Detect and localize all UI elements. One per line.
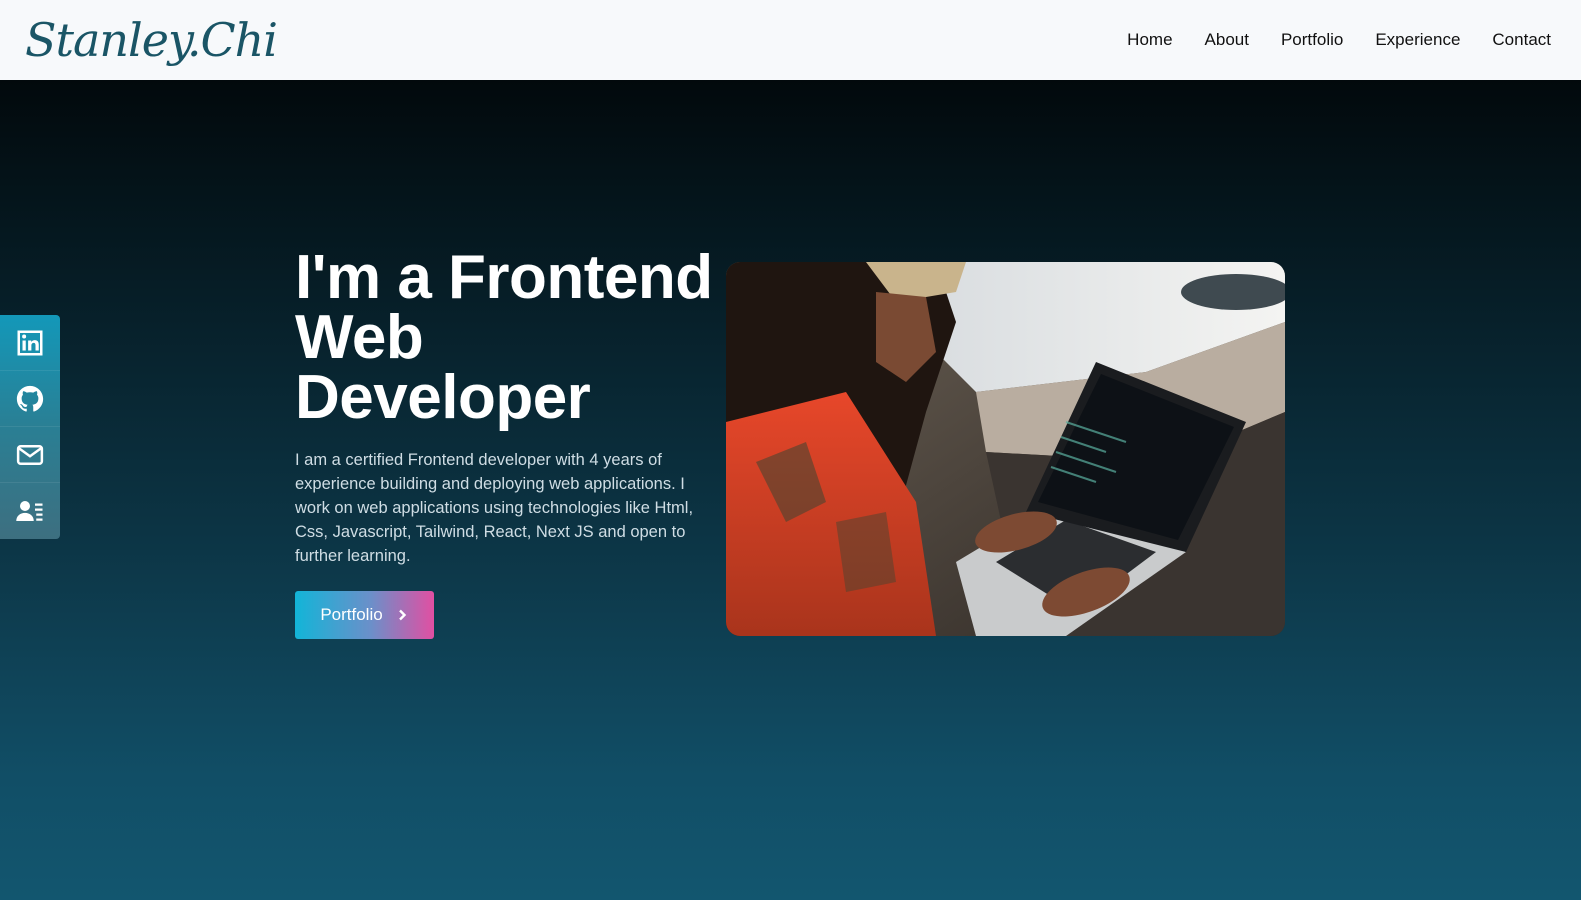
resume-icon — [16, 501, 43, 521]
main-nav: Home About Portfolio Experience Contact — [1127, 30, 1551, 50]
github-icon — [16, 385, 44, 412]
portfolio-button-label: Portfolio — [320, 605, 383, 624]
social-sidebar — [0, 315, 60, 539]
resume-link[interactable] — [0, 483, 60, 539]
github-link[interactable] — [0, 371, 60, 427]
linkedin-icon — [17, 330, 43, 355]
linkedin-link[interactable] — [0, 315, 60, 371]
chevron-right-icon — [398, 609, 406, 621]
email-link[interactable] — [0, 427, 60, 483]
logo[interactable]: Stanley.Chi — [25, 17, 278, 63]
site-header: Stanley.Chi Home About Portfolio Experie… — [0, 0, 1581, 80]
nav-about[interactable]: About — [1205, 30, 1249, 50]
hero-photo — [726, 262, 1285, 636]
nav-experience[interactable]: Experience — [1375, 30, 1460, 50]
portfolio-button[interactable]: Portfolio — [295, 591, 434, 639]
nav-portfolio[interactable]: Portfolio — [1281, 30, 1343, 50]
nav-contact[interactable]: Contact — [1492, 30, 1551, 50]
nav-home[interactable]: Home — [1127, 30, 1172, 50]
developer-laptop-image — [726, 262, 1285, 636]
mail-icon — [16, 444, 44, 465]
hero-description: I am a certified Frontend developer with… — [295, 451, 694, 565]
hero-title: I'm a Frontend Web Developer — [295, 243, 713, 432]
